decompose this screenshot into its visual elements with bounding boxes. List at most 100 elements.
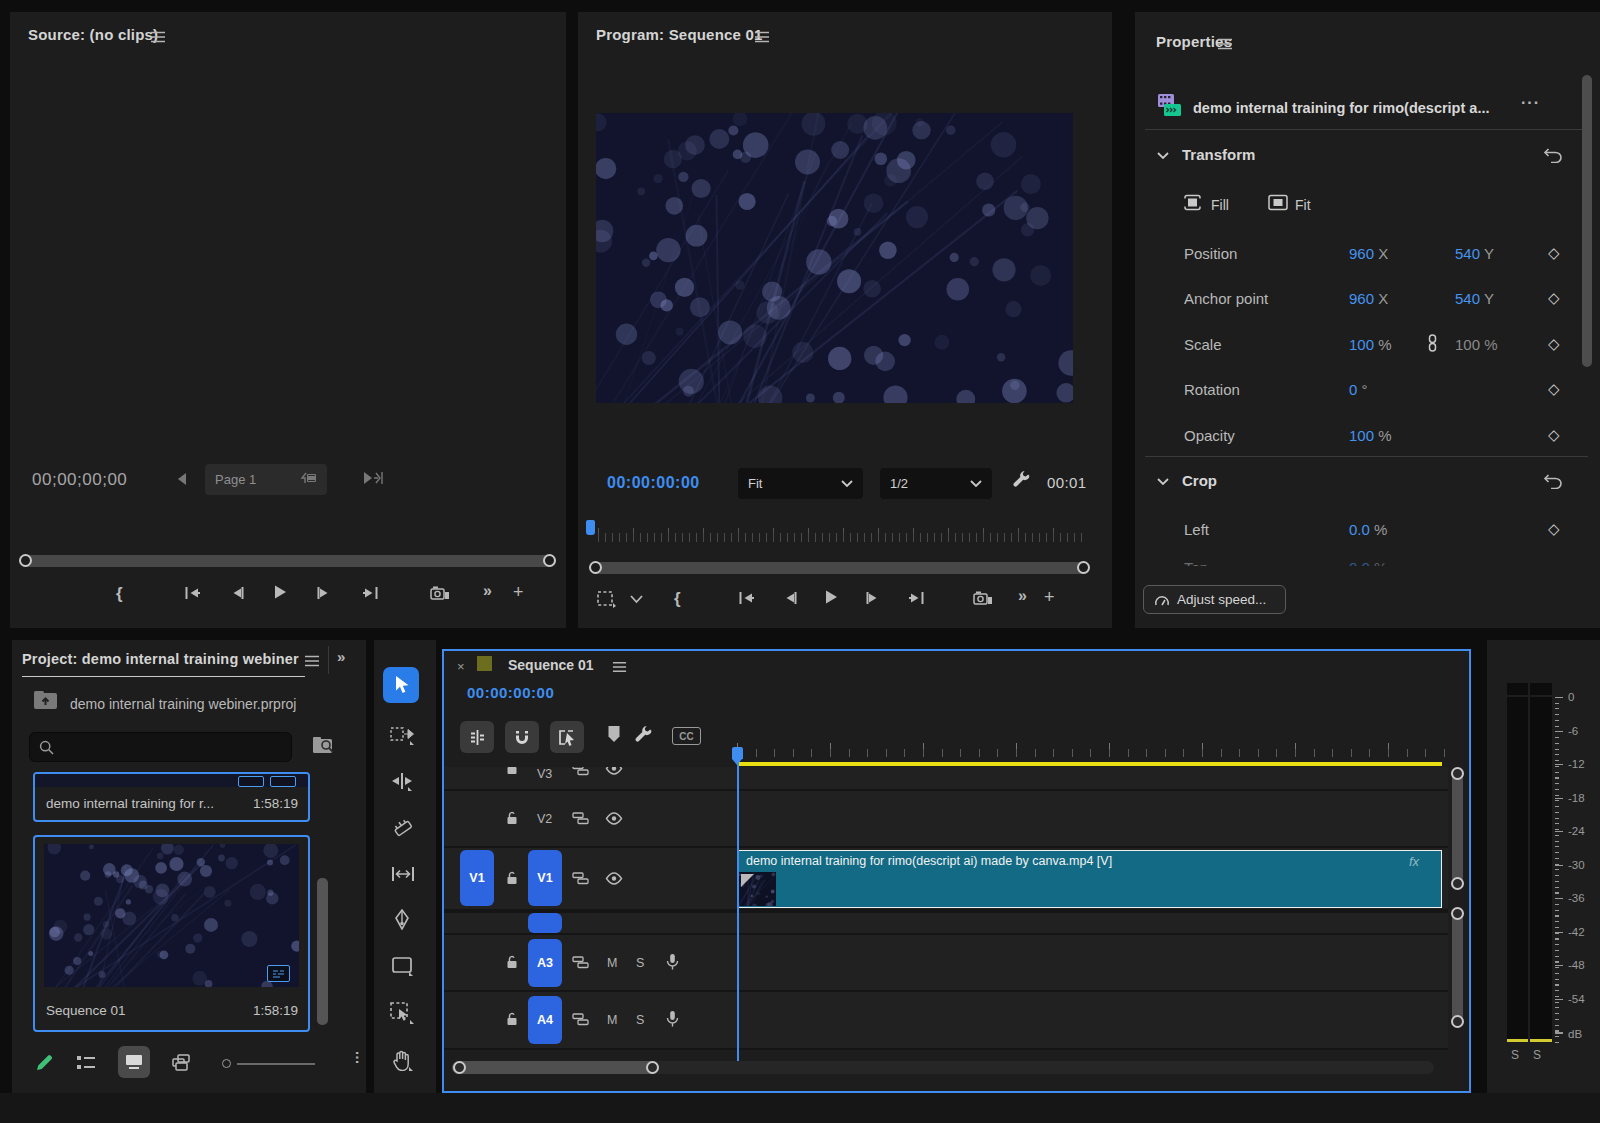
- track-style-icon[interactable]: [572, 1013, 589, 1026]
- list-view-icon[interactable]: [76, 1055, 96, 1071]
- solo-right-button[interactable]: S: [1533, 1048, 1541, 1062]
- track-target-a1[interactable]: [528, 913, 562, 933]
- scale-y[interactable]: 100 %: [1455, 336, 1498, 353]
- timeline-timecode[interactable]: 00:00:00:00: [467, 684, 554, 701]
- rotation-value[interactable]: 0 °: [1349, 381, 1368, 398]
- fill-button-label[interactable]: Fill: [1211, 197, 1229, 213]
- video-scrollbar-bottom-knob[interactable]: [1451, 877, 1464, 890]
- video-scrollbar-top-knob[interactable]: [1451, 767, 1464, 780]
- panel-menu-icon[interactable]: [304, 653, 320, 671]
- zoom-slider-handle[interactable]: [222, 1059, 231, 1068]
- fit-mode-icon[interactable]: [1268, 194, 1288, 211]
- go-to-out-icon[interactable]: [908, 591, 925, 605]
- scale-link-icon[interactable]: [1427, 334, 1438, 352]
- adjust-speed-button[interactable]: Adjust speed...: [1143, 585, 1286, 614]
- lock-icon[interactable]: [505, 1012, 519, 1027]
- mute-button[interactable]: M: [607, 1013, 617, 1027]
- play-in-to-out-icon[interactable]: [362, 470, 386, 486]
- page-select[interactable]: Page 1: [205, 464, 327, 495]
- step-forward-icon[interactable]: [865, 591, 880, 605]
- close-tab-icon[interactable]: ×: [457, 659, 465, 674]
- step-forward-icon[interactable]: [316, 586, 331, 600]
- object-selection-tool[interactable]: [390, 1002, 416, 1024]
- hscroll-right-knob[interactable]: [646, 1061, 659, 1074]
- keyframe-toggle-icon[interactable]: ◇: [1548, 520, 1560, 538]
- timeline-settings-wrench-icon[interactable]: [634, 725, 653, 744]
- track-select-forward-tool[interactable]: [390, 725, 416, 745]
- properties-scrollbar[interactable]: [1582, 75, 1592, 367]
- transform-section-title[interactable]: Transform: [1182, 146, 1255, 163]
- keyframe-toggle-icon[interactable]: ◇: [1548, 289, 1560, 307]
- track-target-v1[interactable]: V1: [528, 850, 562, 906]
- project-list-scrollbar[interactable]: [317, 878, 328, 1025]
- fit-dropdown[interactable]: Fit: [738, 468, 863, 499]
- hscroll-left-knob[interactable]: [453, 1061, 466, 1074]
- audio-scrollbar-bottom-knob[interactable]: [1451, 1015, 1464, 1028]
- more-buttons-icon[interactable]: »: [1018, 587, 1027, 605]
- nest-settings-button[interactable]: [460, 721, 494, 753]
- voiceover-mic-icon[interactable]: [666, 1010, 679, 1028]
- chevron-down-icon[interactable]: [630, 595, 643, 604]
- program-scrollbar-left-knob[interactable]: [589, 561, 602, 574]
- source-scrollbar-right-knob[interactable]: [543, 554, 556, 567]
- go-to-out-icon[interactable]: [362, 586, 379, 600]
- panel-menu-icon[interactable]: [150, 29, 166, 47]
- add-button-icon[interactable]: +: [513, 582, 524, 603]
- mute-button[interactable]: M: [607, 956, 617, 970]
- lock-icon[interactable]: [505, 871, 519, 886]
- track-v2-label[interactable]: V2: [537, 812, 552, 826]
- program-timecode[interactable]: 00:00:00:00: [607, 474, 700, 492]
- step-back-icon[interactable]: [230, 586, 245, 600]
- play-icon[interactable]: [824, 589, 838, 605]
- program-playhead[interactable]: [586, 520, 595, 535]
- anchor-y[interactable]: 540 Y: [1455, 290, 1494, 307]
- track-v3-label[interactable]: V3: [537, 767, 552, 781]
- toggle-track-output-icon[interactable]: [605, 812, 623, 825]
- captions-button[interactable]: CC: [672, 727, 701, 745]
- go-to-in-icon[interactable]: [184, 586, 201, 600]
- crop-left-value[interactable]: 0.0 %: [1349, 521, 1387, 538]
- export-frame-icon[interactable]: [430, 586, 450, 601]
- source-timecode[interactable]: 00;00;00;00: [32, 470, 127, 490]
- project-file-name[interactable]: demo internal training webiner.prproj: [70, 696, 296, 712]
- add-marker-icon[interactable]: {: [116, 584, 123, 604]
- playhead-line[interactable]: [737, 763, 739, 1073]
- track-style-icon[interactable]: [572, 956, 589, 969]
- source-patch-v1[interactable]: V1: [460, 850, 494, 906]
- export-frame-icon[interactable]: [973, 591, 993, 606]
- position-y[interactable]: 540 Y: [1455, 245, 1494, 262]
- opacity-value[interactable]: 100 %: [1349, 427, 1392, 444]
- playhead-head[interactable]: [732, 747, 743, 759]
- timeline-clip[interactable]: demo internal training for rimo(descript…: [737, 850, 1442, 908]
- clip-more-button[interactable]: ···: [1521, 94, 1540, 112]
- program-mini-ruler[interactable]: [586, 520, 1086, 544]
- panel-menu-icon[interactable]: [1217, 36, 1233, 54]
- program-scrollbar-right-knob[interactable]: [1077, 561, 1090, 574]
- keyframe-toggle-icon[interactable]: ◇: [1548, 426, 1560, 444]
- zoom-slider-track[interactable]: [237, 1063, 315, 1065]
- hand-tool[interactable]: [391, 1049, 413, 1071]
- comparison-view-icon[interactable]: [596, 590, 616, 608]
- project-item[interactable]: Sequence 01 1:58:19: [33, 835, 310, 1032]
- icon-view-button[interactable]: [118, 1046, 150, 1078]
- new-item-pencil-icon[interactable]: [35, 1053, 54, 1072]
- video-tracks-scrollbar[interactable]: [1452, 773, 1463, 883]
- selection-tool[interactable]: [383, 667, 419, 703]
- source-scrollbar-left-knob[interactable]: [19, 554, 32, 567]
- slip-tool[interactable]: [391, 865, 415, 883]
- anchor-x[interactable]: 960 X: [1349, 290, 1388, 307]
- fit-button-label[interactable]: Fit: [1295, 197, 1311, 213]
- pen-tool[interactable]: [392, 909, 412, 930]
- zoom-dropdown[interactable]: 1/2: [880, 468, 992, 499]
- program-scrollbar[interactable]: [590, 562, 1090, 574]
- crop-top-value[interactable]: 0.0 %: [1349, 559, 1387, 566]
- panel-menu-icon[interactable]: [754, 29, 770, 47]
- fill-mode-icon[interactable]: [1182, 194, 1203, 211]
- go-to-in-icon[interactable]: [738, 591, 755, 605]
- source-scrollbar[interactable]: [20, 555, 556, 567]
- settings-wrench-icon[interactable]: [1012, 470, 1031, 489]
- audio-tracks-scrollbar[interactable]: [1452, 913, 1463, 1021]
- track-target-a3[interactable]: A3: [528, 939, 562, 987]
- position-x[interactable]: 960 X: [1349, 245, 1388, 262]
- solo-button[interactable]: S: [636, 956, 644, 970]
